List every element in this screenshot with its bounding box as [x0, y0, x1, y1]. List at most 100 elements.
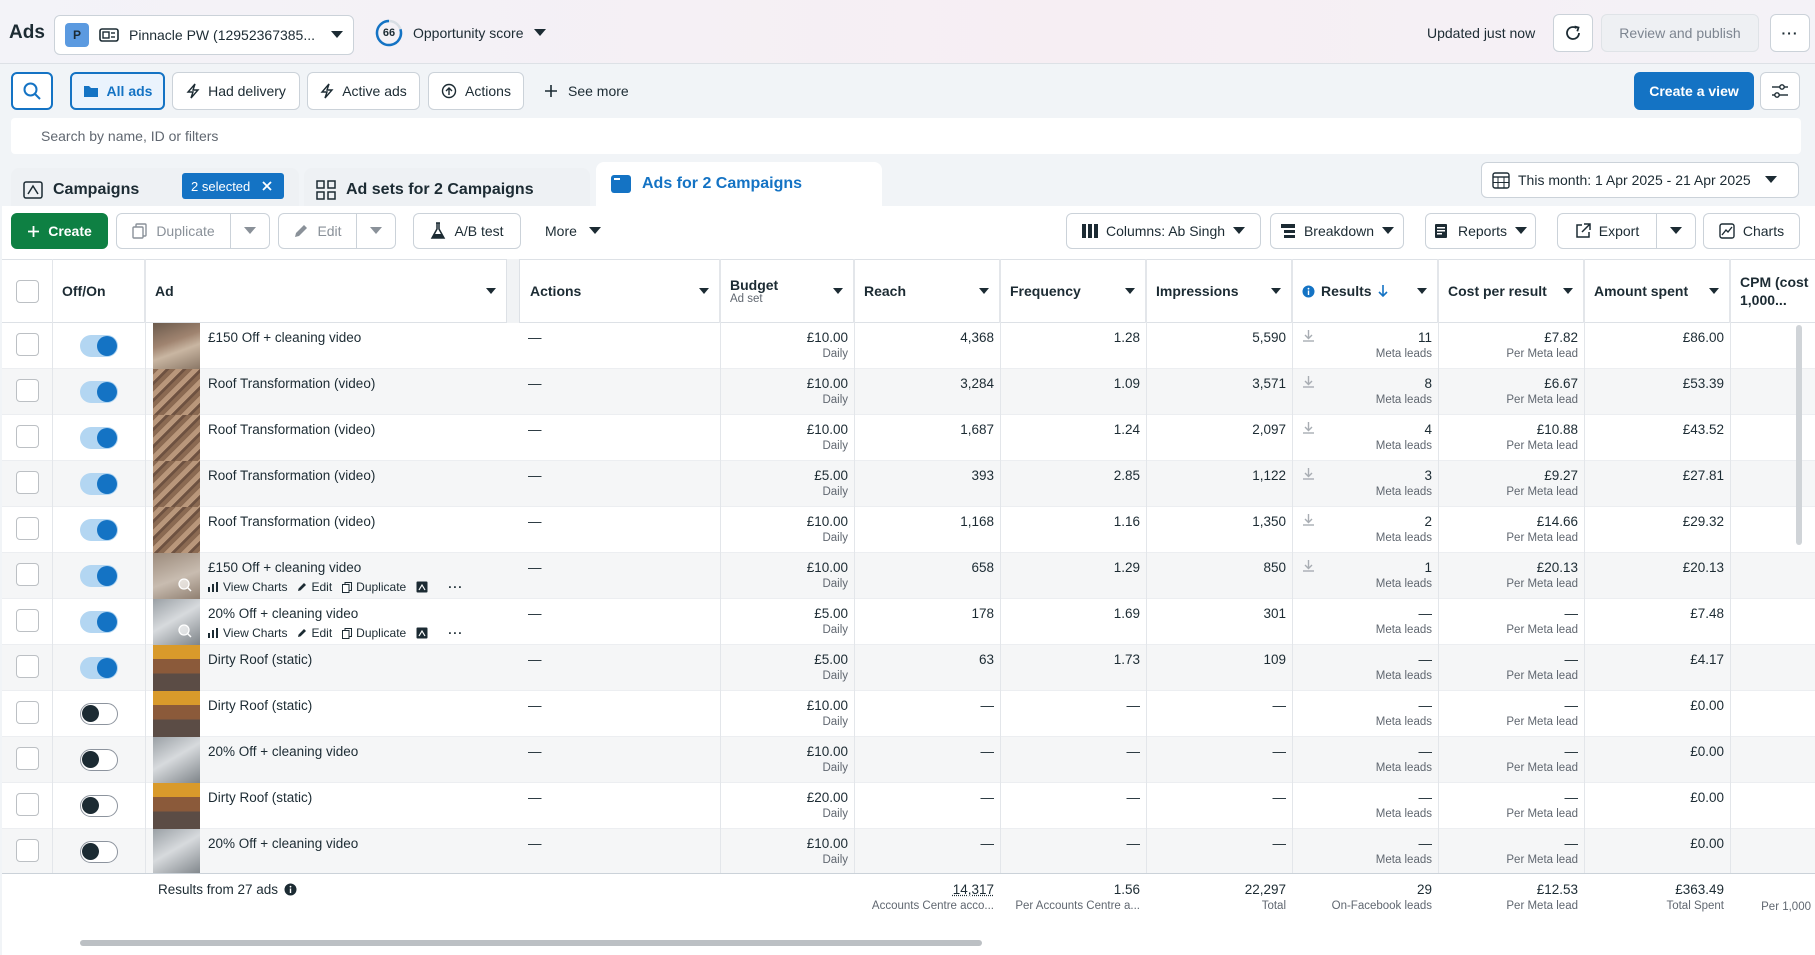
horizontal-scrollbar[interactable] — [80, 940, 982, 946]
more-icon[interactable]: ··· — [448, 580, 463, 594]
row-checkbox[interactable] — [16, 471, 39, 494]
col-off-on[interactable]: Off/On — [52, 259, 145, 323]
search-toggle-button[interactable] — [11, 72, 53, 110]
tab-ads-label[interactable]: Ads for 2 Campaigns — [610, 170, 802, 198]
edit-link[interactable]: Edit — [297, 626, 332, 640]
more-icon[interactable]: ··· — [448, 626, 463, 640]
row-checkbox[interactable] — [16, 425, 39, 448]
col-results[interactable]: Results — [1292, 259, 1438, 323]
ad-name[interactable]: Dirty Roof (static) — [208, 790, 312, 805]
ad-name[interactable]: £150 Off + cleaning video — [208, 330, 361, 345]
ad-toggle[interactable] — [80, 703, 118, 725]
row-checkbox[interactable] — [16, 747, 39, 770]
col-reach[interactable]: Reach — [854, 259, 1000, 323]
columns-button[interactable]: Columns: Ab Singh — [1066, 213, 1261, 249]
ab-test-button[interactable]: A/B test — [413, 213, 521, 249]
row-checkbox[interactable] — [16, 563, 39, 586]
edit-dropdown[interactable] — [356, 213, 396, 249]
ad-name[interactable]: 20% Off + cleaning video — [208, 836, 358, 851]
ad-toggle[interactable] — [80, 335, 118, 357]
ad-name[interactable]: £150 Off + cleaning video — [208, 560, 361, 575]
search-bar[interactable]: Search by name, ID or filters — [11, 118, 1801, 154]
breakdown-button[interactable]: Breakdown — [1270, 213, 1404, 249]
ad-toggle[interactable] — [80, 749, 118, 771]
ad-cost-per-result: £20.13 Per Meta lead — [1506, 560, 1578, 590]
edit-button[interactable]: Edit — [278, 213, 357, 249]
filter-all-ads[interactable]: All ads — [70, 72, 165, 110]
col-impressions[interactable]: Impressions — [1146, 259, 1292, 323]
date-range-picker[interactable]: This month: 1 Apr 2025 - 21 Apr 2025 — [1481, 162, 1799, 198]
view-charts-link[interactable]: View Charts — [208, 580, 287, 594]
ad-toggle[interactable] — [80, 565, 118, 587]
ad-name[interactable]: Roof Transformation (video) — [208, 376, 375, 391]
row-checkbox[interactable] — [16, 609, 39, 632]
col-cost-per-result[interactable]: Cost per result — [1438, 259, 1584, 323]
zoom-icon[interactable] — [178, 578, 192, 592]
review-publish-button[interactable]: Review and publish — [1601, 14, 1759, 52]
info-icon[interactable] — [1302, 285, 1315, 298]
filter-had-delivery[interactable]: Had delivery — [172, 72, 300, 110]
row-checkbox[interactable] — [16, 701, 39, 724]
select-all-checkbox[interactable] — [16, 280, 39, 303]
preview-icon[interactable] — [416, 627, 428, 639]
ad-thumbnail — [153, 829, 200, 875]
duplicate-link[interactable]: Duplicate — [342, 626, 406, 640]
more-options-button[interactable]: ··· — [1770, 14, 1810, 52]
col-ad[interactable]: Ad — [145, 259, 507, 323]
lightning-icon — [320, 83, 334, 99]
ad-name[interactable]: Dirty Roof (static) — [208, 652, 312, 667]
row-checkbox[interactable] — [16, 839, 39, 862]
see-more-button[interactable]: See more — [544, 72, 629, 110]
ad-name[interactable]: Roof Transformation (video) — [208, 422, 375, 437]
ad-toggle[interactable] — [80, 519, 118, 541]
row-checkbox[interactable] — [16, 379, 39, 402]
row-checkbox[interactable] — [16, 333, 39, 356]
preview-icon[interactable] — [416, 581, 428, 593]
export-button[interactable]: Export — [1557, 213, 1657, 249]
reports-button[interactable]: Reports — [1425, 213, 1536, 249]
ad-toggle[interactable] — [80, 611, 118, 633]
duplicate-dropdown[interactable] — [230, 213, 270, 249]
ad-name[interactable]: Dirty Roof (static) — [208, 698, 312, 713]
filter-actions[interactable]: Actions — [428, 72, 524, 110]
col-frequency[interactable]: Frequency — [1000, 259, 1146, 323]
duplicate-button[interactable]: Duplicate — [116, 213, 231, 249]
charts-button[interactable]: Charts — [1703, 213, 1800, 249]
col-cpm[interactable]: CPM (cost 1,000... — [1730, 259, 1815, 323]
create-view-button[interactable]: Create a view — [1634, 72, 1754, 110]
ad-toggle[interactable] — [80, 381, 118, 403]
view-settings-button[interactable] — [1760, 72, 1800, 110]
edit-link[interactable]: Edit — [297, 580, 332, 594]
col-amount-spent[interactable]: Amount spent — [1584, 259, 1730, 323]
more-button[interactable]: More — [545, 213, 601, 249]
refresh-button[interactable] — [1553, 14, 1593, 52]
account-selector[interactable]: P Pinnacle PW (12952367385... — [54, 15, 354, 55]
ad-name[interactable]: Roof Transformation (video) — [208, 514, 375, 529]
create-button[interactable]: Create — [11, 213, 108, 249]
info-icon[interactable] — [284, 883, 297, 896]
ad-name[interactable]: Roof Transformation (video) — [208, 468, 375, 483]
ad-toggle[interactable] — [80, 795, 118, 817]
vertical-scrollbar[interactable] — [1796, 325, 1802, 545]
col-actions[interactable]: Actions — [520, 259, 720, 323]
export-dropdown[interactable] — [1656, 213, 1696, 249]
ad-toggle[interactable] — [80, 427, 118, 449]
filter-active-ads[interactable]: Active ads — [307, 72, 420, 110]
row-checkbox[interactable] — [16, 793, 39, 816]
ad-name[interactable]: 20% Off + cleaning video — [208, 606, 358, 621]
tab-campaigns-label[interactable]: Campaigns — [23, 176, 139, 204]
row-checkbox[interactable] — [16, 517, 39, 540]
ad-toggle[interactable] — [80, 657, 118, 679]
close-icon[interactable] — [262, 181, 272, 191]
col-budget[interactable]: Budget Ad set — [720, 259, 854, 323]
row-checkbox[interactable] — [16, 655, 39, 678]
ad-name[interactable]: 20% Off + cleaning video — [208, 744, 358, 759]
ad-toggle[interactable] — [80, 841, 118, 863]
selected-badge[interactable]: 2 selected — [182, 173, 284, 199]
view-charts-link[interactable]: View Charts — [208, 626, 287, 640]
opportunity-score[interactable]: 66 Opportunity score — [375, 19, 546, 47]
tab-adsets-label[interactable]: Ad sets for 2 Campaigns — [316, 176, 534, 204]
zoom-icon[interactable] — [178, 624, 192, 638]
ad-toggle[interactable] — [80, 473, 118, 495]
duplicate-link[interactable]: Duplicate — [342, 580, 406, 594]
